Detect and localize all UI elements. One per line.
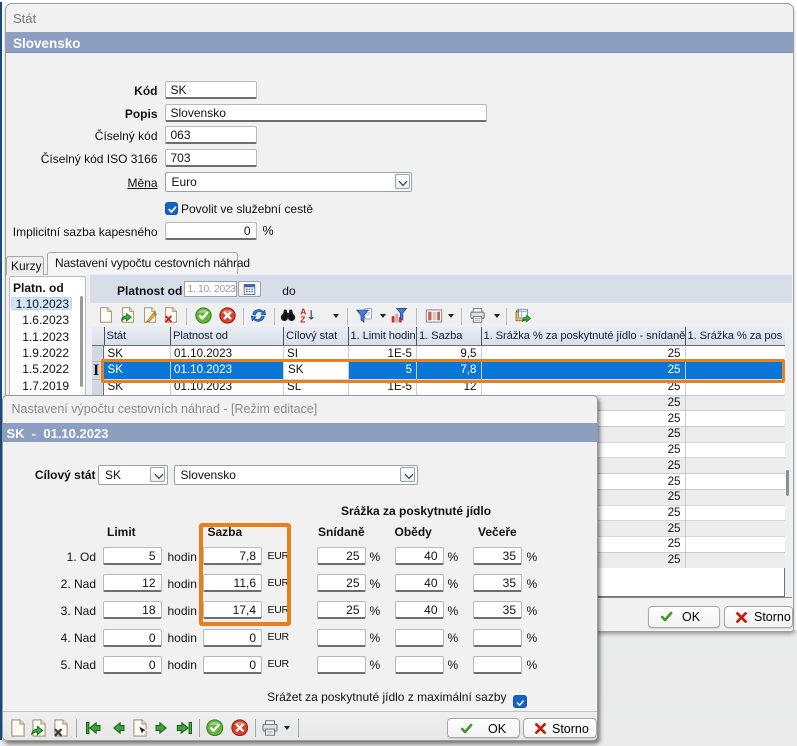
svg-text:Z: Z — [300, 314, 305, 323]
